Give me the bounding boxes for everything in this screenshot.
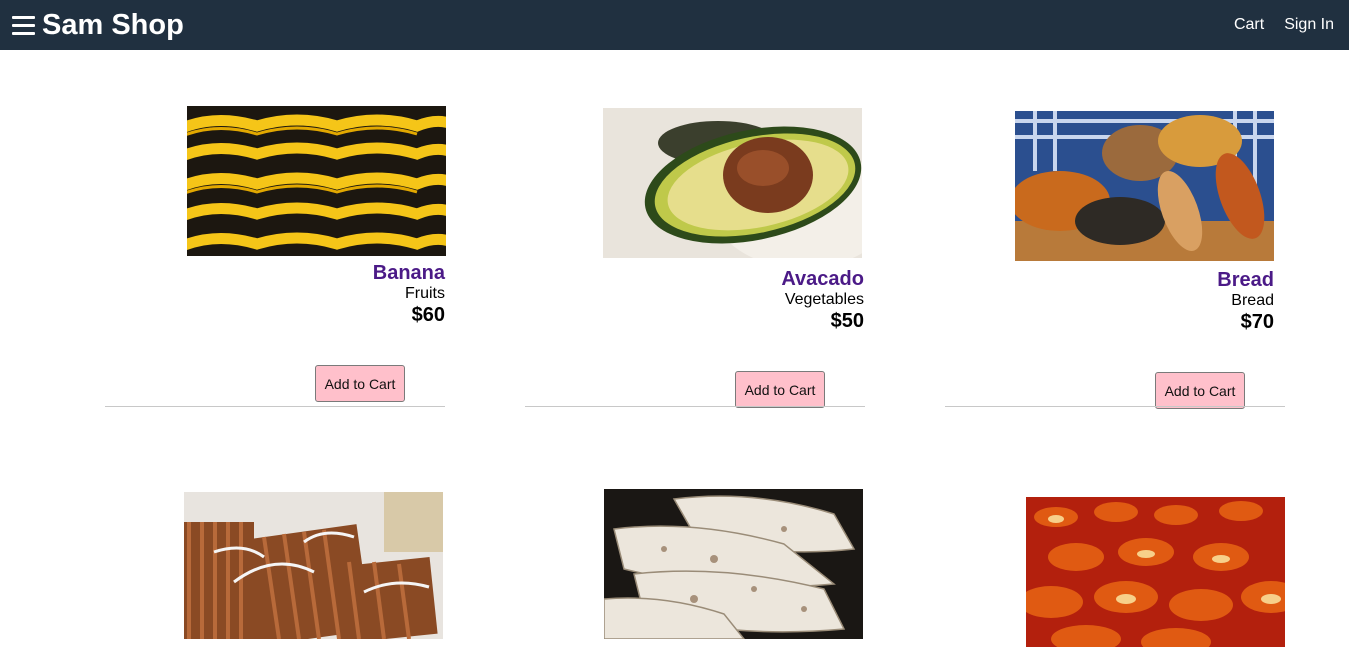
product-info: Avacado Vegetables $50 [605, 268, 864, 332]
product-image-banana[interactable] [187, 106, 446, 256]
add-to-cart-button[interactable]: Add to Cart [315, 365, 405, 402]
product-price: $60 [411, 304, 445, 326]
header-nav: Cart Sign In [1214, 16, 1334, 34]
brand-link[interactable]: Sam Shop [42, 9, 184, 42]
product-category: Vegetables [784, 291, 864, 308]
product-image-avocado[interactable] [603, 108, 862, 258]
product-name-link[interactable]: Bread [1015, 269, 1274, 291]
hamburger-menu-icon[interactable] [12, 14, 35, 37]
sign-in-link[interactable]: Sign In [1284, 16, 1334, 34]
product-image-cinnamon[interactable] [184, 492, 443, 639]
product-info: Bread Bread $70 [1015, 269, 1274, 333]
card-divider [525, 406, 865, 407]
add-to-cart-button[interactable]: Add to Cart [735, 371, 825, 408]
card-divider [945, 406, 1285, 407]
product-name-link[interactable]: Avacado [605, 268, 864, 290]
product-category: Bread [1231, 292, 1274, 309]
product-image-saffron[interactable] [1026, 497, 1285, 647]
brand: Sam Shop [12, 9, 184, 42]
card-divider [105, 406, 445, 407]
add-to-cart-button[interactable]: Add to Cart [1155, 372, 1245, 409]
cart-link[interactable]: Cart [1234, 16, 1264, 34]
product-image-bread[interactable] [1015, 111, 1274, 261]
product-price: $70 [1240, 311, 1274, 333]
product-info: Banana Fruits $60 [186, 262, 445, 326]
top-navbar: Sam Shop Cart Sign In [0, 0, 1349, 50]
product-category: Fruits [405, 285, 445, 302]
product-image-lavash[interactable] [604, 489, 863, 639]
product-price: $50 [830, 310, 864, 332]
product-name-link[interactable]: Banana [186, 262, 445, 284]
